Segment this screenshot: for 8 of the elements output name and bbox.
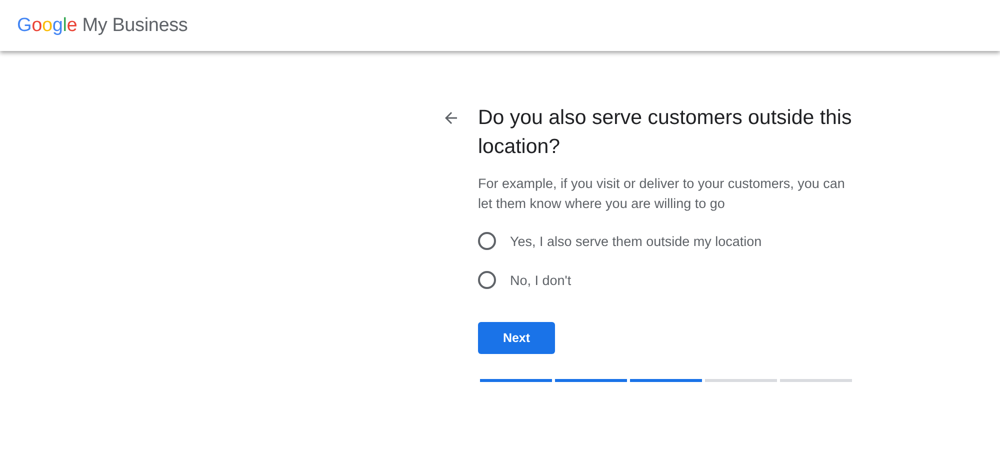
question-title: Do you also serve customers outside this location?: [478, 105, 853, 160]
option-label[interactable]: No, I don't: [510, 272, 572, 288]
radio-button[interactable]: [478, 232, 496, 250]
option-label[interactable]: Yes, I also serve them outside my location: [510, 234, 762, 248]
question-description: For example, if you visit or deliver to your customers, you can let them know where you are willing to go: [478, 175, 846, 213]
logo[interactable]: Google My Business: [17, 14, 188, 36]
radio-button[interactable]: [478, 271, 496, 289]
next-button[interactable]: Next: [478, 322, 555, 354]
